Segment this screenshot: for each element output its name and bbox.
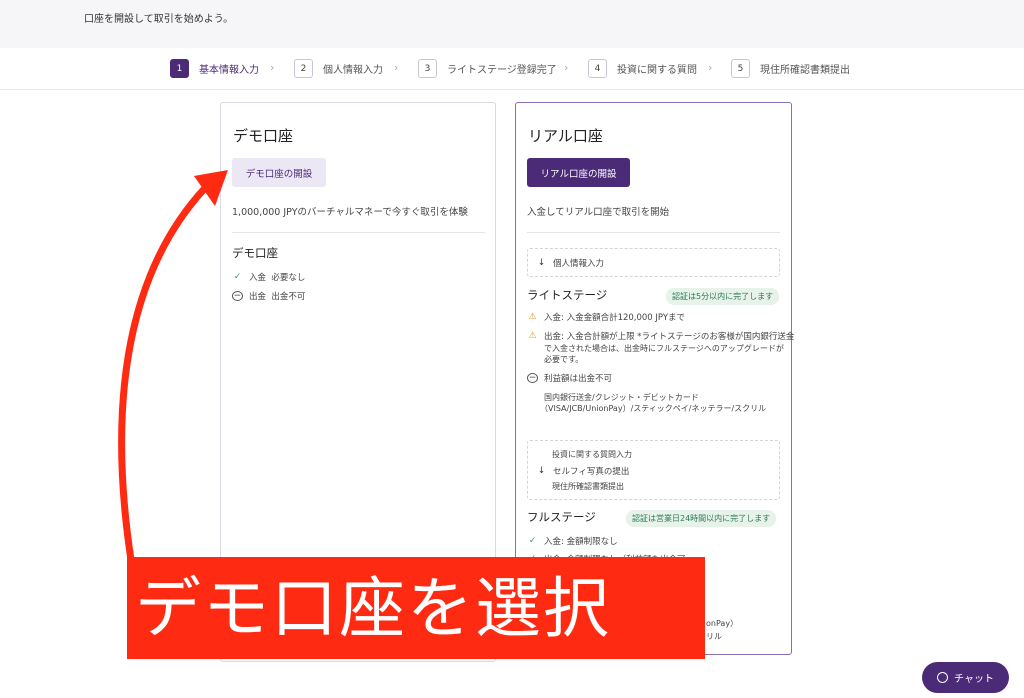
lite-withdraw: ⚠ 出金: 入金合計額が上限 *ライトステージのお客様が国内銀行送金 xyxy=(528,331,795,342)
progress-steps: 1 基本情報入力 › 2 個人情報入力 › 3 ライトステージ登録完了 › 4 … xyxy=(0,48,1024,90)
chat-bubble-icon xyxy=(937,672,949,683)
step-number: 4 xyxy=(588,59,607,78)
chevron-right-icon: › xyxy=(270,61,275,74)
lite-stage-badge: 認証は5分以内に完了します xyxy=(666,288,780,305)
lite-methods-line1: 国内銀行送金/クレジット・デビットカード xyxy=(544,393,699,402)
step-label: 現住所確認書類提出 xyxy=(760,65,850,76)
step-label: ライトステージ登録完了 xyxy=(447,65,557,76)
lite-withdraw-line2: で入金された場合は、出金時にフルステージへのアップグレードが xyxy=(544,344,784,353)
lite-profit: − 利益額は出金不可 xyxy=(527,372,613,384)
chevron-right-icon: › xyxy=(564,61,569,74)
steps-line-3: 現住所確認書類提出 xyxy=(552,482,624,491)
steps-line-2: ↓ セルフィ写真の提出 xyxy=(537,466,630,477)
warning-icon: ⚠ xyxy=(528,312,537,322)
warning-icon: ⚠ xyxy=(528,331,537,341)
step-label: 基本情報入力 xyxy=(199,65,259,76)
minus-circle-icon: − xyxy=(527,372,538,383)
full-methods-partial-1: onPay） xyxy=(706,619,739,628)
real-card-title: リアル口座 xyxy=(528,127,603,145)
steps-line-1: 投資に関する質問入力 xyxy=(552,450,632,459)
annotation-caption: デモ口座を選択 xyxy=(135,570,611,647)
step-1: 1 基本情報入力 xyxy=(170,59,259,78)
personal-info-box: ↓ 個人情報入力 xyxy=(527,248,780,277)
arrow-down-icon: ↓ xyxy=(537,466,546,476)
chat-label: チャット xyxy=(954,674,994,685)
full-stage-badge: 認証は営業日24時間以内に完了します xyxy=(626,510,777,527)
demo-feature-withdraw: − 出金 出金不可 xyxy=(232,290,306,302)
lite-methods-line2: （VISA/JCB/UnionPay）/スティックペイ/ネッテラー/スクリル xyxy=(540,404,767,413)
step-label: 個人情報入力 xyxy=(323,65,383,76)
demo-feature-deposit: ✓ 入金 必要なし xyxy=(233,272,306,283)
step-4: 4 投資に関する質問 xyxy=(588,59,697,78)
step-5: 5 現住所確認書類提出 xyxy=(731,59,850,78)
annotation-arrow-line xyxy=(118,184,209,564)
lite-withdraw-line3: 必要です。 xyxy=(544,355,584,364)
demo-section-title: デモ口座 xyxy=(232,246,278,260)
step-number: 2 xyxy=(294,59,313,78)
step-2: 2 個人情報入力 xyxy=(294,59,383,78)
demo-card-title: デモ口座 xyxy=(233,127,294,145)
lite-stage-title: ライトステージ xyxy=(527,288,608,302)
full-deposit: ✓ 入金: 金額制限なし xyxy=(528,536,618,547)
step-number: 1 xyxy=(170,59,189,78)
minus-circle-icon: − xyxy=(232,290,243,301)
personal-info-step: ↓ 個人情報入力 xyxy=(537,258,605,269)
demo-description: 1,000,000 JPYのバーチャルマネーで今すぐ取引を体験 xyxy=(232,207,468,218)
check-icon: ✓ xyxy=(528,536,537,546)
lite-deposit: ⚠ 入金: 入金金額合計120,000 JPYまで xyxy=(528,312,686,323)
chevron-right-icon: › xyxy=(394,61,399,74)
additional-steps-box: 投資に関する質問入力 ↓ セルフィ写真の提出 現住所確認書類提出 xyxy=(527,440,780,500)
open-real-account-button[interactable]: リアル口座の開設 xyxy=(527,158,630,187)
step-number: 5 xyxy=(731,59,750,78)
chevron-right-icon: › xyxy=(708,61,713,74)
divider xyxy=(527,232,780,233)
full-stage-title: フルステージ xyxy=(527,510,596,524)
step-label: 投資に関する質問 xyxy=(617,65,697,76)
step-number: 3 xyxy=(418,59,437,78)
open-demo-account-button[interactable]: デモ口座の開設 xyxy=(232,158,326,187)
intro-text: 口座を開設して取引を始めよう。 xyxy=(84,14,234,25)
chat-button[interactable]: チャット xyxy=(922,662,1009,693)
top-banner: 口座を開設して取引を始めよう。 xyxy=(0,0,1024,48)
real-description: 入金してリアル口座で取引を開始 xyxy=(527,207,670,218)
arrow-down-icon: ↓ xyxy=(537,258,546,268)
check-icon: ✓ xyxy=(233,272,242,282)
step-3: 3 ライトステージ登録完了 xyxy=(418,59,557,78)
divider xyxy=(232,232,485,233)
full-methods-partial-2: リル xyxy=(706,632,722,641)
